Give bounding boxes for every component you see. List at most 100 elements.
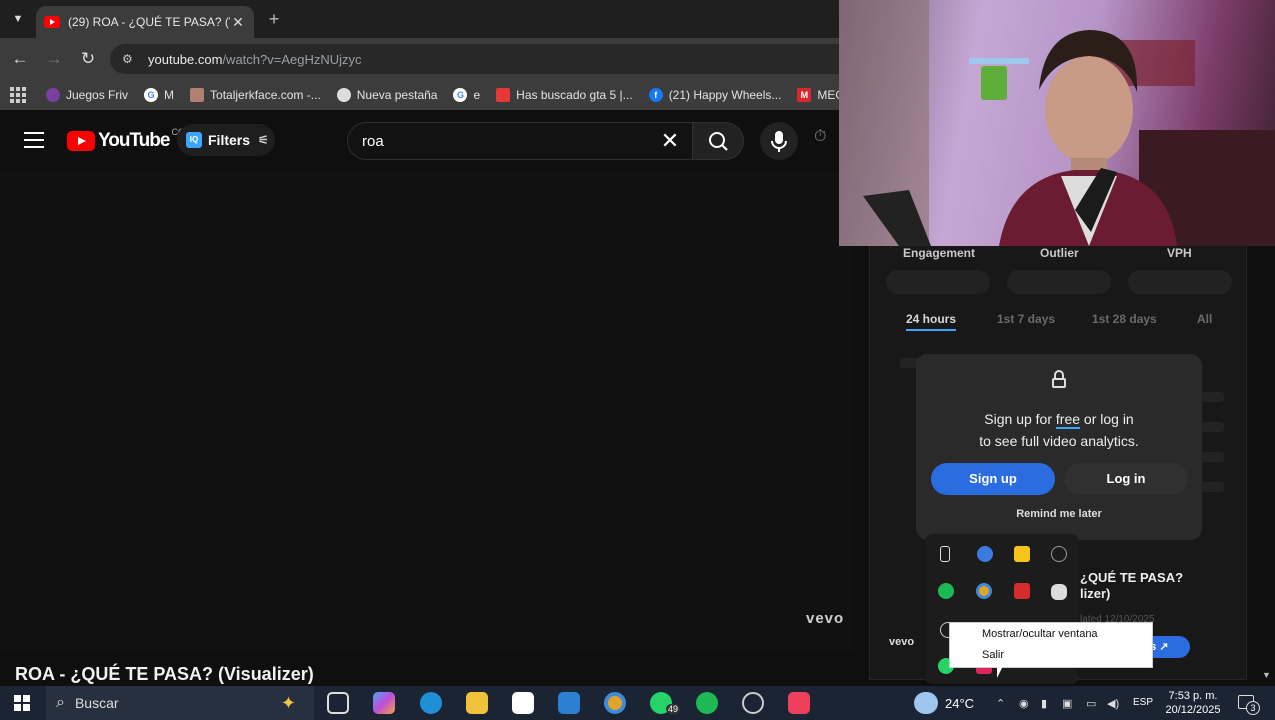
youtube-favicon-icon	[44, 16, 60, 28]
video-title: ROA - ¿QUÉ TE PASA? (Visualizer)	[15, 664, 314, 684]
bookmark-label: Juegos Friv	[66, 88, 129, 102]
mail-icon[interactable]	[558, 692, 580, 714]
network-icon[interactable]: ▭	[1086, 697, 1096, 710]
microsoft-store-icon[interactable]	[512, 692, 534, 714]
tiktok-icon[interactable]	[788, 692, 810, 714]
obs-icon[interactable]	[742, 692, 764, 714]
bookmark-m[interactable]: GM	[144, 88, 174, 102]
menu-hamburger-icon[interactable]	[24, 132, 44, 148]
bookmark-mega[interactable]: M MEGA 8	[797, 88, 839, 102]
hidden-eye-icon[interactable]	[1051, 546, 1067, 562]
filters-button[interactable]: IQ Filters ⚟	[177, 124, 275, 156]
message-free: free	[1055, 411, 1081, 429]
history-clock-icon[interactable]: ⏱	[814, 128, 839, 154]
spotify-tray-icon[interactable]	[938, 583, 954, 599]
sliders-icon: ⚟	[258, 133, 269, 147]
related-title-line1: ¿QUÉ TE PASA?	[1080, 570, 1184, 585]
settings-gear-icon[interactable]	[977, 546, 993, 562]
copilot-icon[interactable]	[373, 692, 395, 714]
camera-status-icon[interactable]: ▣	[1062, 697, 1072, 710]
search-icon	[709, 132, 728, 151]
notification-count: 3	[1246, 701, 1260, 715]
taskbar-search-placeholder: Buscar	[74, 695, 119, 711]
usb-drive-icon[interactable]	[940, 546, 950, 562]
file-explorer-icon[interactable]	[466, 692, 488, 714]
tab-close-icon[interactable]: ✕	[230, 14, 246, 31]
copilot-sparkle-icon: ✦	[280, 693, 296, 713]
bookmark-nueva-pestana[interactable]: Nueva pestaña	[336, 88, 437, 102]
edge-icon[interactable]	[420, 692, 442, 714]
site-info-icon[interactable]: ⚙	[122, 52, 136, 66]
sign-up-button[interactable]: Sign up	[931, 463, 1055, 495]
blurred-row	[1200, 392, 1224, 402]
security-shield-icon[interactable]	[1014, 546, 1030, 562]
chrome-tray-icon[interactable]	[976, 583, 992, 599]
task-view-icon[interactable]	[327, 692, 349, 714]
input-language[interactable]: ESP	[1133, 697, 1153, 708]
bookmark-happy-wheels[interactable]: f (21) Happy Wheels...	[648, 88, 781, 102]
bookmark-gta[interactable]: Has buscado gta 5 |...	[496, 88, 633, 102]
bookmarks-bar: Juegos Friv GM Totaljerkface.com -... Nu…	[0, 80, 839, 110]
range-tab-all[interactable]: All	[1197, 312, 1212, 326]
tab-list-chevron-icon[interactable]: ▼	[6, 8, 30, 30]
amd-tray-icon[interactable]	[1014, 583, 1030, 599]
reload-icon[interactable]: ↻	[77, 48, 99, 70]
taskbar-search-box[interactable]: ⌕ Buscar ✦	[46, 686, 314, 720]
whatsapp-badge: 49	[666, 704, 681, 714]
youtube-logo[interactable]: YouTube CO	[67, 127, 185, 152]
discord-tray-icon[interactable]	[1051, 584, 1067, 600]
iq-extension-icon: IQ	[186, 132, 202, 148]
range-tab-24h[interactable]: 24 hours	[906, 312, 957, 331]
gta-site-icon	[496, 88, 511, 102]
browser-toolbar: ← → ↻ ⚙ youtube.com/watch?v=AegHzNUjzyc	[0, 38, 839, 80]
chrome-icon[interactable]	[604, 692, 626, 714]
webcam-status-icon[interactable]: ◉	[1019, 697, 1029, 710]
clear-search-icon[interactable]: ✕	[656, 127, 684, 155]
apps-grid-icon[interactable]	[10, 87, 26, 103]
weather-icon[interactable]	[914, 692, 938, 714]
new-tab-button[interactable]: +	[264, 8, 284, 30]
show-hidden-icons-chevron-icon[interactable]: ⌃	[996, 697, 1005, 710]
microphone-status-icon[interactable]: ▮	[1041, 697, 1047, 710]
bookmark-juegos-friv[interactable]: Juegos Friv	[46, 88, 128, 102]
metric-value-blurred	[886, 270, 990, 294]
webcam-overlay	[839, 0, 1275, 246]
forward-arrow-icon[interactable]: →	[43, 48, 65, 70]
search-button[interactable]	[692, 122, 744, 160]
voice-search-button[interactable]	[760, 122, 798, 160]
windows-start-icon[interactable]	[14, 695, 30, 711]
blurred-row	[1200, 482, 1224, 492]
temperature[interactable]: 24°C	[945, 696, 974, 711]
mouse-cursor-icon	[997, 664, 1008, 678]
clock-date: 20/12/2025	[1165, 704, 1221, 716]
metric-label-outlier: Outlier	[1040, 246, 1079, 260]
totaljerkface-icon	[190, 88, 205, 102]
webcam-person-image	[839, 0, 1275, 246]
video-player[interactable]	[0, 170, 853, 652]
message-line2: to see full video analytics.	[979, 433, 1139, 449]
search-input[interactable]: roa	[347, 122, 692, 160]
range-tab-7d[interactable]: 1st 7 days	[997, 312, 1055, 326]
google-icon: G	[144, 88, 159, 102]
address-bar[interactable]: ⚙ youtube.com/watch?v=AegHzNUjzyc	[110, 44, 839, 74]
metric-value-blurred	[1128, 270, 1232, 294]
clock[interactable]: 7:53 p. m. 20/12/2025	[1160, 689, 1226, 717]
menu-item-exit[interactable]: Salir	[982, 649, 1004, 661]
spotify-icon[interactable]	[696, 692, 718, 714]
log-in-button[interactable]: Log in	[1064, 463, 1188, 495]
range-tab-28d[interactable]: 1st 28 days	[1092, 312, 1157, 326]
remind-later-link[interactable]: Remind me later	[916, 508, 1202, 520]
scroll-down-arrow-icon[interactable]: ▼	[1262, 670, 1271, 680]
youtube-header: YouTube CO IQ Filters ⚟ roa ✕ ⏱	[0, 110, 839, 170]
back-arrow-icon[interactable]: ←	[9, 48, 31, 70]
bookmark-label: Totaljerkface.com -...	[210, 88, 321, 102]
related-title-line2: lizer)	[1080, 586, 1111, 601]
filters-label: Filters	[208, 132, 251, 148]
bookmark-totaljerkface[interactable]: Totaljerkface.com -...	[190, 88, 321, 102]
related-video-title[interactable]: ¿QUÉ TE PASA? lizer)	[1080, 570, 1183, 602]
browser-tab-active[interactable]: (29) ROA - ¿QUÉ TE PASA? (Visu ✕	[36, 6, 254, 38]
blurred-row	[1200, 452, 1224, 462]
menu-item-toggle-window[interactable]: Mostrar/ocultar ventana	[982, 628, 1098, 640]
bookmark-e[interactable]: Ge	[453, 88, 480, 102]
volume-icon[interactable]: ◀)	[1107, 697, 1119, 710]
